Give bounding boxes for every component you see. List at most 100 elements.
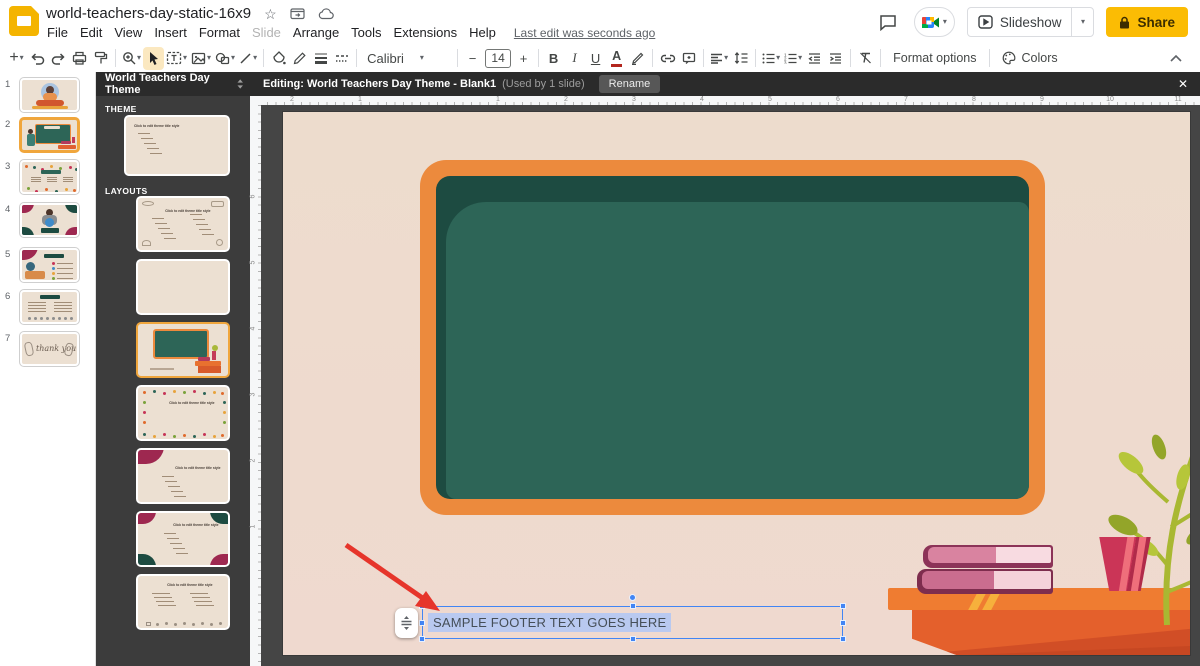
desk-front-shape[interactable] <box>912 610 1190 655</box>
slide-7-thumbnail[interactable]: thank you <box>20 332 79 366</box>
layout-thumbnail-6[interactable]: Click to edit theme title style <box>136 511 230 567</box>
slide-6-thumbnail[interactable] <box>20 290 79 324</box>
document-title[interactable]: world-teachers-day-static-16x9 <box>46 5 251 22</box>
theme-master-thumbnail[interactable]: Click to edit theme title style <box>124 115 230 176</box>
selection-handle[interactable] <box>419 603 425 609</box>
lock-icon <box>1119 16 1130 29</box>
colors-button[interactable]: Colors <box>994 47 1066 70</box>
slide-5-thumbnail[interactable] <box>20 248 79 282</box>
border-color-button[interactable] <box>289 47 310 70</box>
share-button[interactable]: Share <box>1106 7 1188 37</box>
text-color-button[interactable]: A <box>606 47 627 70</box>
border-weight-button[interactable] <box>310 47 331 70</box>
ruler-tick-label: 7 <box>904 96 908 103</box>
slideshow-menu-button[interactable]: ▾ <box>1071 8 1093 36</box>
flower-pot-shape[interactable] <box>1097 537 1153 591</box>
selection-handle[interactable] <box>840 636 846 642</box>
thumb-art <box>138 133 150 134</box>
highlight-color-button[interactable] <box>627 47 648 70</box>
align-button[interactable]: ▾ <box>708 47 730 70</box>
menu-tools[interactable]: Tools <box>345 24 387 41</box>
insert-image-button[interactable]: ▾ <box>189 47 213 70</box>
chalkboard-shape[interactable] <box>420 160 1045 515</box>
decrease-indent-button[interactable] <box>804 47 825 70</box>
selection-handle[interactable] <box>630 636 636 642</box>
layout-thumbnail-1[interactable]: Click to edit theme title style <box>136 196 230 252</box>
insert-shape-caret-icon: ▾ <box>231 54 235 62</box>
insert-link-button[interactable] <box>657 47 678 70</box>
bold-button[interactable]: B <box>543 47 564 70</box>
menu-view[interactable]: View <box>108 24 148 41</box>
undo-button[interactable] <box>27 47 48 70</box>
slideshow-button[interactable]: Slideshow <box>968 15 1072 30</box>
menu-extensions[interactable]: Extensions <box>388 24 464 41</box>
menu-help[interactable]: Help <box>463 24 502 41</box>
layout-thumbnail-2[interactable] <box>136 259 230 315</box>
meet-button[interactable]: ▾ <box>914 7 955 37</box>
font-size-increase-button[interactable]: + <box>513 47 534 70</box>
text-box-button[interactable]: ▾ <box>164 47 189 70</box>
line-spacing-button[interactable] <box>730 47 751 70</box>
menu-insert[interactable]: Insert <box>148 24 193 41</box>
paint-format-button[interactable] <box>90 47 111 70</box>
redo-button[interactable] <box>48 47 69 70</box>
increase-indent-button[interactable] <box>825 47 846 70</box>
bulleted-list-button[interactable]: ▾ <box>760 47 782 70</box>
last-edit-link[interactable]: Last edit was seconds ago <box>514 26 655 40</box>
insert-shape-button[interactable]: ▾ <box>213 47 237 70</box>
font-size-decrease-button[interactable]: − <box>462 47 483 70</box>
selection-handle[interactable] <box>840 603 846 609</box>
theme-name-select[interactable]: World Teachers Day Theme <box>96 72 250 96</box>
layout-thumbnail-4[interactable]: Click to edit theme title style <box>136 385 230 441</box>
thumb-art <box>20 227 34 237</box>
cloud-status-icon[interactable] <box>318 8 334 20</box>
new-slide-button[interactable]: +▾ <box>6 47 27 70</box>
italic-button[interactable]: I <box>564 47 585 70</box>
font-size-input[interactable]: 14 <box>485 49 511 68</box>
book-top-shape[interactable] <box>923 545 1053 568</box>
menu-edit[interactable]: Edit <box>74 24 108 41</box>
clear-formatting-button[interactable] <box>855 47 876 70</box>
slide-1-thumbnail[interactable] <box>20 78 79 112</box>
slide-editing-surface[interactable]: SAMPLE FOOTER TEXT GOES HERE <box>283 112 1190 655</box>
rotation-handle[interactable] <box>629 594 636 601</box>
thumb-art <box>26 262 35 271</box>
close-theme-editor-button[interactable]: ✕ <box>1178 77 1188 91</box>
fill-color-button[interactable] <box>268 47 289 70</box>
autofit-indicator-button[interactable] <box>395 608 418 638</box>
zoom-button[interactable]: ▾ <box>120 47 143 70</box>
layout-thumbnail-5[interactable]: Click to edit theme title style <box>136 448 230 504</box>
selection-handle[interactable] <box>630 603 636 609</box>
print-button[interactable] <box>69 47 90 70</box>
footer-text[interactable]: SAMPLE FOOTER TEXT GOES HERE <box>428 613 671 632</box>
menu-format[interactable]: Format <box>193 24 246 41</box>
star-icon[interactable]: ☆ <box>264 7 277 21</box>
slide-4-thumbnail[interactable] <box>20 203 79 237</box>
collapse-toolbar-button[interactable] <box>1165 47 1186 70</box>
ruler-tick-label: 6 <box>836 96 840 103</box>
numbered-list-button[interactable]: 123▾ <box>782 47 804 70</box>
layout-thumbnail-3-selected[interactable] <box>136 322 230 378</box>
layout-thumbnail-7[interactable]: Click to edit theme title style <box>136 574 230 630</box>
font-family-select[interactable]: Calibri▾ <box>361 47 453 70</box>
menu-arrange[interactable]: Arrange <box>287 24 345 41</box>
selection-handle[interactable] <box>419 620 425 626</box>
selection-handle[interactable] <box>419 636 425 642</box>
slide-3-thumbnail[interactable] <box>20 160 79 194</box>
book-bottom-shape[interactable] <box>917 569 1053 594</box>
rename-button[interactable]: Rename <box>599 75 661 93</box>
comment-history-button[interactable] <box>874 8 902 36</box>
format-options-button[interactable]: Format options <box>885 47 984 70</box>
add-comment-button[interactable] <box>678 47 699 70</box>
slides-logo[interactable] <box>9 6 39 36</box>
underline-button[interactable]: U <box>585 47 606 70</box>
border-dash-button[interactable] <box>331 47 352 70</box>
menu-file[interactable]: File <box>41 24 74 41</box>
move-folder-icon[interactable] <box>290 7 305 20</box>
select-tool-button[interactable] <box>143 47 164 70</box>
new-slide-caret-icon: ▾ <box>20 54 24 62</box>
insert-line-button[interactable]: ▾ <box>237 47 259 70</box>
slide-2-thumbnail-selected[interactable] <box>20 118 79 152</box>
footer-text-box[interactable]: SAMPLE FOOTER TEXT GOES HERE <box>422 606 843 639</box>
selection-handle[interactable] <box>840 620 846 626</box>
